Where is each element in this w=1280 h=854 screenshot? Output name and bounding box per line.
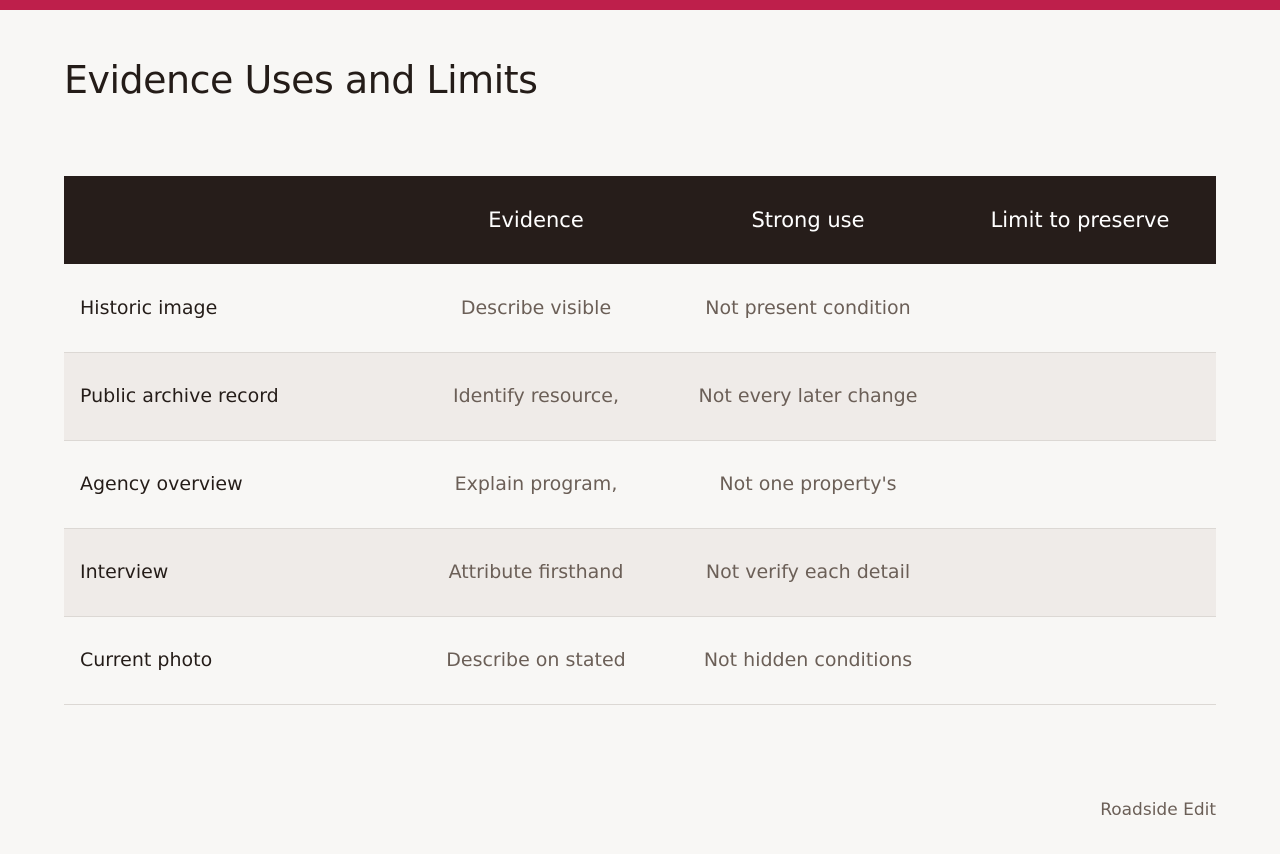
table-header-limit: Limit to preserve — [990, 208, 1170, 232]
strong-use-cell: Not present condition — [705, 296, 911, 319]
row-label: Interview — [80, 561, 169, 583]
table-header-evidence: Evidence — [488, 208, 584, 232]
limit-cell — [944, 352, 1216, 440]
page-title: Evidence Uses and Limits — [64, 58, 538, 102]
table-row: Public archive record Identify resource,… — [64, 352, 1216, 440]
footer-credit: Roadside Edit — [1100, 800, 1216, 820]
row-label: Agency overview — [80, 473, 243, 495]
evidence-cell: Attribute firsthand — [448, 561, 624, 583]
evidence-table: Evidence Strong use Limit to preserve Hi… — [64, 176, 1216, 705]
limit-cell — [944, 528, 1216, 616]
table-row: Agency overview Explain program, Not one… — [64, 440, 1216, 528]
limit-cell — [944, 440, 1216, 528]
row-label: Historic image — [80, 296, 218, 319]
table-row: Interview Attribute firsthand Not verify… — [64, 528, 1216, 616]
limit-cell — [944, 264, 1216, 352]
accent-bar — [0, 0, 1280, 10]
strong-use-cell: Not hidden conditions — [703, 649, 913, 671]
table-header-row-label — [64, 176, 400, 264]
table-row: Historic image Describe visible Not pres… — [64, 264, 1216, 352]
strong-use-cell: Not one property's — [719, 473, 897, 495]
row-label: Public archive record — [80, 385, 279, 407]
table-header-row: Evidence Strong use Limit to preserve — [64, 176, 1216, 264]
evidence-cell: Describe on stated — [446, 649, 626, 671]
strong-use-cell: Not verify each detail — [705, 561, 911, 583]
strong-use-cell: Not every later change — [698, 385, 918, 407]
table-row: Current photo Describe on stated Not hid… — [64, 616, 1216, 704]
evidence-cell: Identify resource, — [453, 385, 619, 407]
limit-cell — [944, 616, 1216, 704]
evidence-cell: Explain program, — [454, 473, 618, 495]
evidence-cell: Describe visible — [460, 296, 612, 319]
row-label: Current photo — [80, 649, 213, 671]
table-header-strong-use: Strong use — [751, 208, 865, 232]
